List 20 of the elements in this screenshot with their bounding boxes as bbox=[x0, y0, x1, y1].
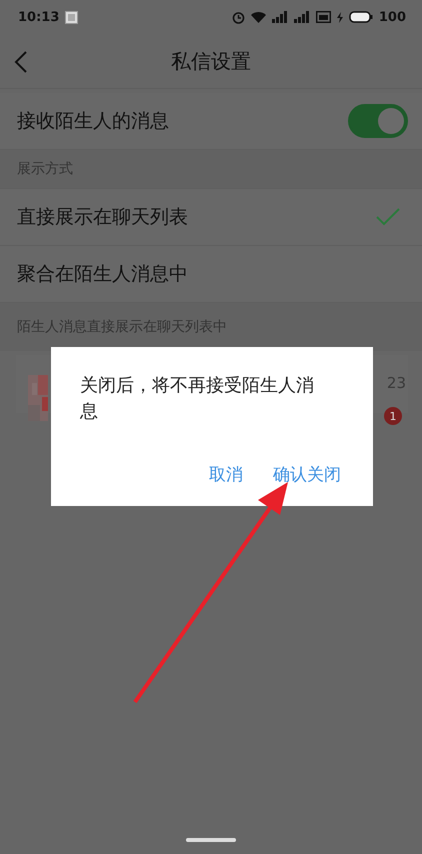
alarm-icon bbox=[232, 10, 245, 24]
cancel-button[interactable]: 取消 bbox=[205, 461, 247, 488]
confirm-button[interactable]: 确认关闭 bbox=[269, 461, 345, 488]
unread-badge: 1 bbox=[384, 407, 402, 425]
toggle-switch[interactable] bbox=[348, 104, 408, 138]
signal-icon bbox=[272, 11, 288, 23]
setting-label: 接收陌生人的消息 bbox=[17, 109, 170, 134]
battery-icon bbox=[348, 11, 373, 23]
battery-percent: 100 bbox=[378, 10, 406, 24]
checkmark-icon bbox=[376, 208, 400, 226]
home-indicator[interactable] bbox=[186, 838, 236, 842]
sim-card-icon bbox=[316, 11, 331, 23]
signal-icon bbox=[294, 11, 310, 23]
page-title: 私信设置 bbox=[170, 48, 252, 74]
wifi-icon bbox=[250, 11, 266, 23]
dialog-message: 关闭后，将不再接受陌生人消息 bbox=[80, 374, 315, 424]
back-icon bbox=[14, 51, 28, 73]
notification-icon bbox=[65, 10, 78, 24]
clock-time: 10:13 bbox=[18, 10, 60, 24]
charging-icon bbox=[336, 12, 343, 22]
